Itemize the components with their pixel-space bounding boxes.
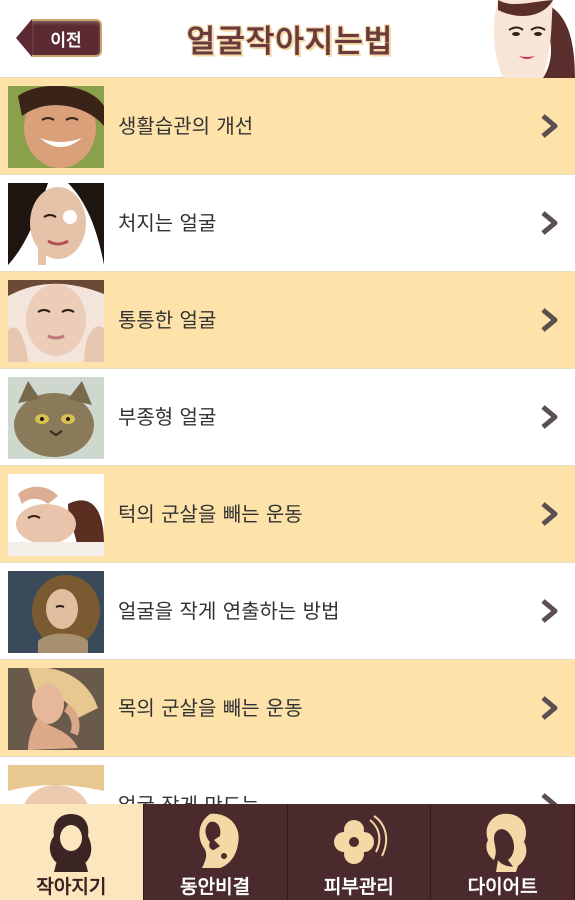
woman-neck-photo bbox=[8, 668, 104, 750]
woman-hands-face-photo bbox=[8, 280, 104, 362]
list-item[interactable]: 얼굴을 작게 연출하는 방법 bbox=[0, 563, 575, 660]
list-item[interactable]: 턱의 군살을 빼는 운동 bbox=[0, 466, 575, 563]
list-item[interactable]: 목의 군살을 빼는 운동 bbox=[0, 660, 575, 757]
smiling-woman-photo bbox=[8, 86, 104, 168]
tab-antiaging[interactable]: 동안비결 bbox=[144, 804, 288, 900]
back-button[interactable]: 이전 bbox=[16, 14, 102, 62]
cat-photo bbox=[8, 377, 104, 459]
woman-face-cream-photo bbox=[8, 183, 104, 265]
list-item-label: 부종형 얼굴 bbox=[118, 405, 217, 429]
flower-icon bbox=[333, 815, 388, 864]
tab-shrink[interactable]: 작아지기 bbox=[0, 804, 144, 900]
list-item[interactable]: 통통한 얼굴 bbox=[0, 272, 575, 369]
chevron-right-icon bbox=[541, 502, 558, 526]
page-title: 얼굴작아지는법 bbox=[186, 23, 394, 60]
chevron-right-icon bbox=[541, 308, 558, 332]
chevron-right-icon bbox=[541, 114, 558, 138]
list-item[interactable]: 처지는 얼굴 bbox=[0, 175, 575, 272]
tab-label: 다이어트 bbox=[467, 876, 538, 898]
tab-label: 동안비결 bbox=[180, 876, 251, 898]
woman-towel-photo bbox=[8, 765, 104, 804]
list-item[interactable]: 얼굴 작게 만드는 bbox=[0, 757, 575, 804]
list-item[interactable]: 부종형 얼굴 bbox=[0, 369, 575, 466]
back-button-label: 이전 bbox=[32, 19, 102, 57]
tab-label: 작아지기 bbox=[36, 876, 107, 898]
tab-skincare[interactable]: 피부관리 bbox=[288, 804, 432, 900]
list-item-label: 턱의 군살을 빼는 운동 bbox=[118, 502, 303, 526]
tab-diet[interactable]: 다이어트 bbox=[431, 804, 575, 900]
list-item[interactable]: 생활습관의 개선 bbox=[0, 78, 575, 175]
app-header: 이전 얼굴작아지는법 bbox=[0, 0, 575, 78]
woman-silhouette-icon bbox=[50, 814, 92, 872]
list-item-label: 생활습관의 개선 bbox=[118, 114, 254, 138]
back-arrow-icon bbox=[16, 19, 32, 57]
list-item-label: 통통한 얼굴 bbox=[118, 308, 217, 332]
woman-curly-hair-icon bbox=[486, 813, 527, 872]
tab-label: 피부관리 bbox=[323, 876, 394, 898]
chevron-right-icon bbox=[541, 696, 558, 720]
woman-face-illustration-icon bbox=[493, 0, 575, 78]
list-item-label: 얼굴을 작게 연출하는 방법 bbox=[118, 599, 340, 623]
list-item-label: 처지는 얼굴 bbox=[118, 211, 217, 235]
woman-facial-massage-photo bbox=[8, 474, 104, 556]
bottom-tab-bar: 작아지기 동안비결 피부관리 다이어트 bbox=[0, 804, 575, 900]
chevron-right-icon bbox=[541, 211, 558, 235]
chevron-right-icon bbox=[541, 405, 558, 429]
menu-list: 생활습관의 개선 처지는 얼굴 통통한 얼굴 부종형 얼굴 턱의 군살을 빼는 … bbox=[0, 78, 575, 804]
curly-hair-woman-photo bbox=[8, 571, 104, 653]
chevron-right-icon bbox=[541, 793, 558, 804]
list-item-label: 얼굴 작게 만드는 bbox=[118, 757, 260, 804]
woman-profile-icon bbox=[199, 813, 239, 868]
list-item-label: 목의 군살을 빼는 운동 bbox=[118, 696, 303, 720]
chevron-right-icon bbox=[541, 599, 558, 623]
